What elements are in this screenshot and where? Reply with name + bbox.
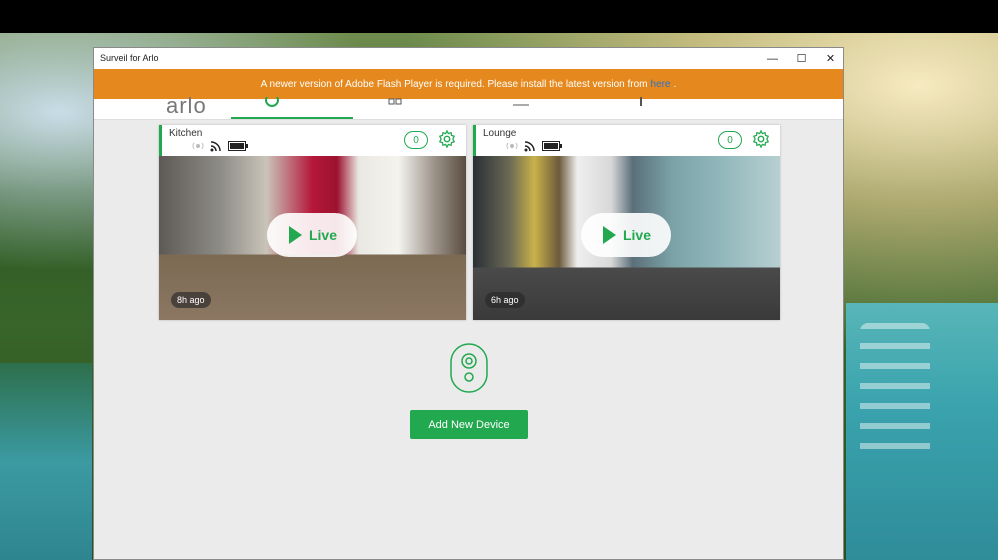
play-icon [288,226,302,244]
gear-icon[interactable] [752,130,770,148]
nav-active-indicator [231,117,353,119]
live-label: Live [308,227,337,243]
wallpaper-waterfall [860,323,930,463]
battery-icon [228,141,248,151]
motion-icon [506,142,518,150]
top-navigation: arlo [94,93,843,120]
nav-settings-icon[interactable] [638,97,644,110]
play-icon [602,226,616,244]
window-title: Surveil for Arlo [100,53,159,63]
status-icons [192,140,248,152]
signal-icon [524,141,535,152]
arlo-logo: arlo [166,93,207,118]
status-icons [506,140,562,152]
live-button[interactable]: Live [267,213,357,257]
last-seen-badge: 8h ago [171,292,211,308]
battery-icon [542,141,562,151]
camera-feed-kitchen[interactable]: Live 8h ago [159,156,466,320]
add-new-device-button[interactable]: Add New Device [410,410,528,439]
banner-link[interactable]: here [651,79,671,90]
nav-devices-icon[interactable] [265,93,279,110]
card-accent [159,125,162,156]
app-window: Surveil for Arlo — ☐ ✕ A newer version o… [93,47,844,560]
live-label: Live [622,227,651,243]
banner-suffix: . [673,78,677,90]
signal-icon [210,141,221,152]
minimize-button[interactable]: — [758,48,787,69]
gear-icon[interactable] [438,130,456,148]
event-count-badge[interactable]: 0 [404,131,428,149]
camera-device-icon [450,343,488,393]
nav-mode-icon[interactable] [513,97,529,110]
close-button[interactable]: ✕ [816,48,845,69]
camera-card-kitchen: Kitchen 0 Live 8h ago [159,125,466,320]
camera-card-lounge: Lounge 0 Live 6h ago [473,125,780,320]
maximize-button[interactable]: ☐ [787,48,816,69]
last-seen-badge: 6h ago [485,292,525,308]
nav-library-icon[interactable] [388,97,402,110]
motion-icon [192,142,204,150]
card-accent [473,125,476,156]
title-bar: Surveil for Arlo — ☐ ✕ [94,48,843,69]
camera-name: Kitchen [169,128,203,139]
wallpaper-river [0,363,92,560]
live-button[interactable]: Live [581,213,671,257]
camera-name: Lounge [483,128,517,139]
banner-message: A newer version of Adobe Flash Player is… [260,78,648,90]
camera-feed-lounge[interactable]: Live 6h ago [473,156,780,320]
event-count-badge[interactable]: 0 [718,131,742,149]
